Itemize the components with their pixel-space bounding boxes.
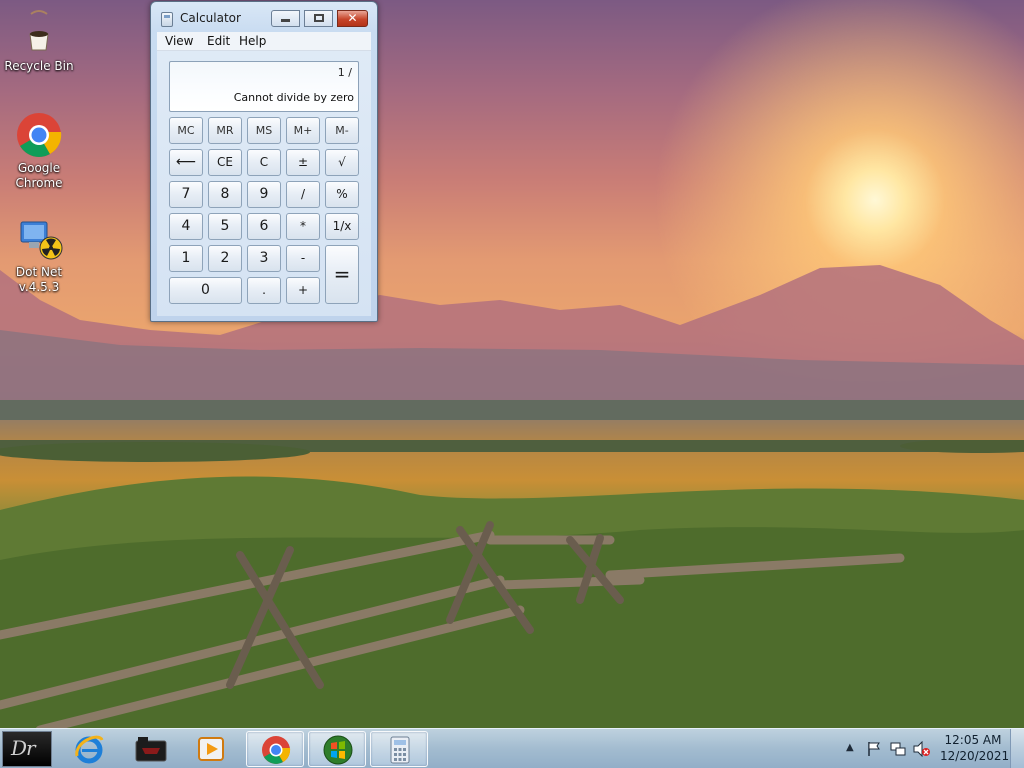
key-ce[interactable]: CE <box>208 149 242 176</box>
key-3[interactable]: 3 <box>247 245 281 272</box>
desktop-icon-recycle-bin[interactable]: Recycle Bin <box>1 8 77 74</box>
clock-date: 12/20/2021 <box>940 749 1010 763</box>
key-m-plus[interactable]: M+ <box>286 117 320 144</box>
key-add[interactable]: + <box>286 277 320 304</box>
meadow-with-fence <box>0 440 1024 730</box>
key-c[interactable]: C <box>247 149 281 176</box>
menu-bar: View Edit Help <box>157 32 371 51</box>
key-7[interactable]: 7 <box>169 181 203 208</box>
show-desktop-button[interactable] <box>1010 729 1024 768</box>
taskbar-windows-media[interactable] <box>308 731 366 767</box>
start-logo: Dr <box>11 736 36 760</box>
calculator-display: 1 / Cannot divide by zero <box>169 61 359 112</box>
maximize-icon <box>313 14 324 22</box>
menu-help[interactable]: Help <box>239 34 266 48</box>
dotnet-label: Dot Net v.4.5.3 <box>15 265 63 294</box>
internet-explorer-icon <box>75 735 104 764</box>
key-4[interactable]: 4 <box>169 213 203 240</box>
taskbar-calculator[interactable] <box>370 731 428 767</box>
menu-edit[interactable]: Edit <box>207 34 230 48</box>
menu-view[interactable]: View <box>165 34 193 48</box>
key-0[interactable]: 0 <box>169 277 242 304</box>
key-plus-minus[interactable]: ± <box>286 149 320 176</box>
key-6[interactable]: 6 <box>247 213 281 240</box>
calculator-titlebar[interactable]: Calculator ✕ <box>151 2 377 32</box>
calculator-icon <box>390 736 410 764</box>
taskbar-video-player[interactable] <box>182 731 240 767</box>
key-ms[interactable]: MS <box>247 117 281 144</box>
key-percent[interactable]: % <box>325 181 359 208</box>
taskbar-chrome[interactable] <box>246 731 304 767</box>
network-icon[interactable] <box>890 741 906 757</box>
calculator-app-icon <box>161 12 173 27</box>
key-9[interactable]: 9 <box>247 181 281 208</box>
display-expression: 1 / <box>337 66 352 79</box>
key-5[interactable]: 5 <box>208 213 242 240</box>
close-button[interactable]: ✕ <box>337 10 368 27</box>
taskbar: Dr ▲ 12:05 AM 12/20/2021 <box>0 728 1024 768</box>
desktop-icon-dotnet[interactable]: Dot Net v.4.5.3 <box>1 216 77 295</box>
backspace-icon: ⟵ <box>175 154 197 170</box>
close-icon: ✕ <box>347 11 358 25</box>
clock[interactable]: 12:05 AM 12/20/2021 <box>940 732 1010 764</box>
calculator-body: 1 / Cannot divide by zero MC MR MS M+ M-… <box>157 51 371 316</box>
volume-muted-icon[interactable] <box>913 741 931 757</box>
chrome-icon <box>17 113 62 157</box>
desktop-icon-google-chrome[interactable]: Google Chrome <box>1 112 77 191</box>
windows-orb-icon <box>323 735 353 765</box>
media-app-icon <box>135 737 167 762</box>
google-chrome-label: Google Chrome <box>15 161 63 190</box>
chrome-icon <box>262 736 291 764</box>
display-result: Cannot divide by zero <box>233 91 354 104</box>
recycle-bin-label: Recycle Bin <box>4 59 74 73</box>
key-backspace[interactable]: ⟵ <box>169 149 203 176</box>
key-8[interactable]: 8 <box>208 181 242 208</box>
video-player-icon <box>198 737 224 761</box>
minimize-button[interactable] <box>271 10 300 27</box>
key-2[interactable]: 2 <box>208 245 242 272</box>
key-decimal[interactable]: . <box>247 277 281 304</box>
key-subtract[interactable]: - <box>286 245 320 272</box>
show-hidden-icons-icon[interactable]: ▲ <box>846 742 854 753</box>
window-title: Calculator <box>180 11 241 25</box>
dotnet-installer-icon <box>20 221 63 260</box>
key-sqrt[interactable]: √ <box>325 149 359 176</box>
key-divide[interactable]: / <box>286 181 320 208</box>
maximize-button[interactable] <box>304 10 333 27</box>
key-mr[interactable]: MR <box>208 117 242 144</box>
key-multiply[interactable]: * <box>286 213 320 240</box>
clock-time: 12:05 AM <box>944 733 1002 747</box>
key-equals[interactable]: = <box>325 245 359 304</box>
recycle-bin-icon <box>29 10 49 51</box>
key-reciprocal[interactable]: 1/x <box>325 213 359 240</box>
key-1[interactable]: 1 <box>169 245 203 272</box>
action-center-flag-icon[interactable] <box>867 741 881 757</box>
taskbar-media-app[interactable] <box>121 731 179 767</box>
calculator-window[interactable]: Calculator ✕ View Edit Help 1 / Cannot d… <box>150 1 378 322</box>
start-button[interactable]: Dr <box>2 731 52 767</box>
minimize-icon <box>281 19 290 22</box>
key-mc[interactable]: MC <box>169 117 203 144</box>
key-m-minus[interactable]: M- <box>325 117 359 144</box>
taskbar-internet-explorer[interactable] <box>60 731 118 767</box>
